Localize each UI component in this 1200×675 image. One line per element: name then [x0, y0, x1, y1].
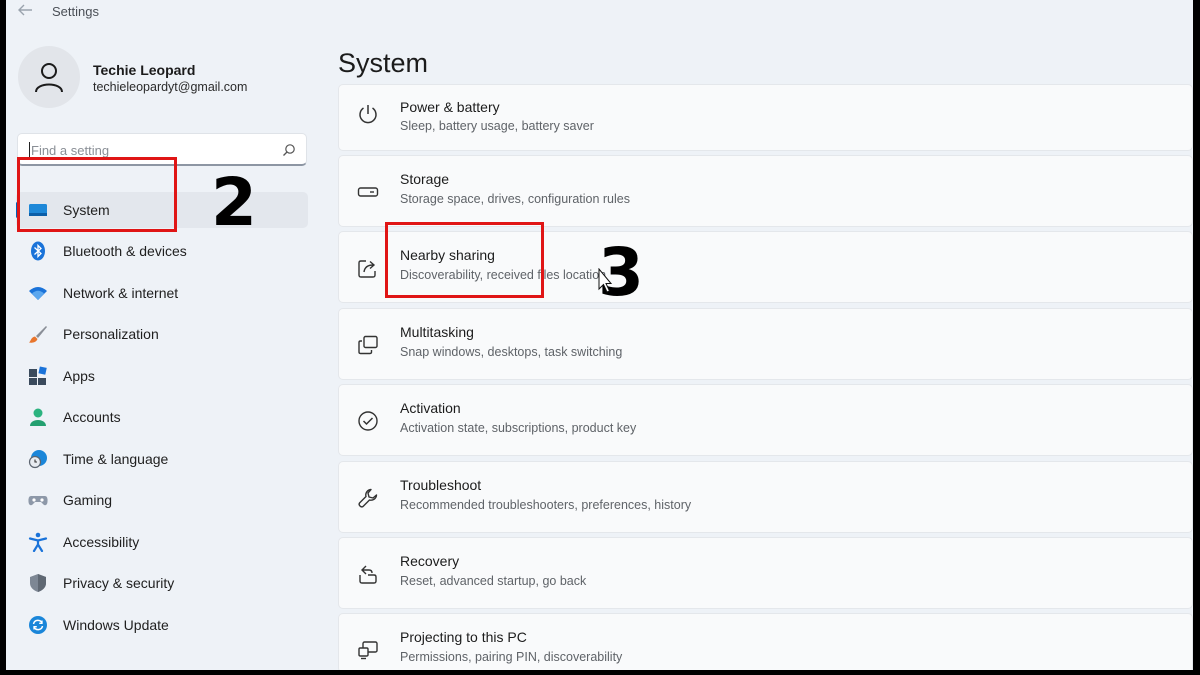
user-email: techieleopardyt@gmail.com: [93, 80, 248, 94]
card-projecting[interactable]: Projecting to this PC Permissions, pairi…: [338, 613, 1193, 670]
card-description: Activation state, subscriptions, product…: [400, 421, 637, 435]
sidebar-item-windows-update[interactable]: Windows Update: [16, 607, 308, 643]
storage-icon: [357, 187, 379, 197]
card-title: Power & battery: [400, 99, 500, 115]
person-icon: [35, 63, 63, 93]
sidebar-item-label: Bluetooth & devices: [63, 243, 187, 259]
step-number-2: 2: [211, 164, 257, 241]
card-description: Permissions, pairing PIN, discoverabilit…: [400, 650, 623, 664]
time-language-icon: [28, 450, 47, 469]
accessibility-icon: [28, 532, 48, 552]
sidebar-item-label: Accessibility: [63, 534, 140, 550]
share-icon: [358, 260, 376, 278]
card-title: Recovery: [400, 553, 460, 569]
brush-icon: [29, 326, 47, 343]
page-title: System: [338, 48, 429, 78]
wifi-icon: [29, 287, 47, 300]
sidebar-item-label: Time & language: [63, 451, 169, 467]
update-icon: [29, 616, 47, 634]
back-arrow-icon: [18, 4, 32, 16]
apps-icon: [29, 366, 47, 385]
card-title: Storage: [400, 171, 450, 187]
sidebar-item-label: Personalization: [63, 326, 159, 342]
sidebar-item-label: Gaming: [63, 492, 113, 508]
sidebar: Techie Leopard techieleopardyt@gmail.com…: [6, 22, 322, 670]
sidebar-item-bluetooth[interactable]: Bluetooth & devices: [16, 233, 308, 269]
card-storage[interactable]: Storage Storage space, drives, configura…: [338, 155, 1193, 227]
wrench-icon: [358, 488, 378, 508]
avatar[interactable]: [18, 46, 80, 108]
sidebar-item-label: Accounts: [63, 409, 121, 425]
power-icon: [359, 105, 377, 124]
sidebar-item-label: Network & internet: [63, 285, 179, 301]
recovery-icon: [359, 565, 377, 584]
highlight-box-nearby-sharing: [385, 222, 544, 298]
multitasking-icon: [358, 335, 378, 355]
accounts-icon: [30, 408, 46, 426]
card-title: Troubleshoot: [400, 477, 482, 493]
bluetooth-icon: [31, 241, 45, 261]
card-description: Reset, advanced startup, go back: [400, 574, 587, 588]
projecting-icon: [358, 641, 378, 660]
user-name: Techie Leopard: [93, 62, 196, 78]
sidebar-item-network[interactable]: Network & internet: [16, 275, 308, 311]
sidebar-item-personalization[interactable]: Personalization: [16, 316, 308, 352]
window-title: Settings: [52, 4, 99, 19]
mouse-pointer-icon: [598, 268, 612, 293]
card-description: Snap windows, desktops, task switching: [400, 345, 623, 359]
card-title: Multitasking: [400, 324, 474, 340]
highlight-box-system: [17, 157, 177, 232]
activation-icon: [358, 411, 378, 431]
sidebar-item-accessibility[interactable]: Accessibility: [16, 524, 308, 560]
sidebar-item-accounts[interactable]: Accounts: [16, 399, 308, 435]
sidebar-item-privacy-security[interactable]: Privacy & security: [16, 565, 308, 601]
sidebar-item-label: Apps: [63, 368, 95, 384]
search-icon[interactable]: [282, 143, 296, 157]
title-bar: Settings: [6, 0, 1193, 22]
shield-icon: [30, 574, 46, 592]
sidebar-item-apps[interactable]: Apps: [16, 358, 308, 394]
sidebar-item-time-language[interactable]: Time & language: [16, 441, 308, 477]
card-multitasking[interactable]: Multitasking Snap windows, desktops, tas…: [338, 308, 1193, 380]
card-description: Recommended troubleshooters, preferences…: [400, 498, 692, 512]
sidebar-item-label: Windows Update: [63, 617, 169, 633]
card-title: Projecting to this PC: [400, 629, 527, 645]
gamepad-icon: [28, 496, 48, 506]
card-title: Activation: [400, 400, 461, 416]
sidebar-item-gaming[interactable]: Gaming: [16, 482, 308, 518]
card-troubleshoot[interactable]: Troubleshoot Recommended troubleshooters…: [338, 461, 1193, 533]
sidebar-item-label: Privacy & security: [63, 575, 175, 591]
card-activation[interactable]: Activation Activation state, subscriptio…: [338, 384, 1193, 456]
card-power-battery[interactable]: Power & battery Sleep, battery usage, ba…: [338, 84, 1193, 151]
card-recovery[interactable]: Recovery Reset, advanced startup, go bac…: [338, 537, 1193, 609]
card-description: Sleep, battery usage, battery saver: [400, 119, 594, 133]
back-button[interactable]: [16, 2, 34, 18]
settings-window: Settings Techie Leopard techieleopardyt@…: [6, 0, 1193, 670]
card-description: Storage space, drives, configuration rul…: [400, 192, 630, 206]
